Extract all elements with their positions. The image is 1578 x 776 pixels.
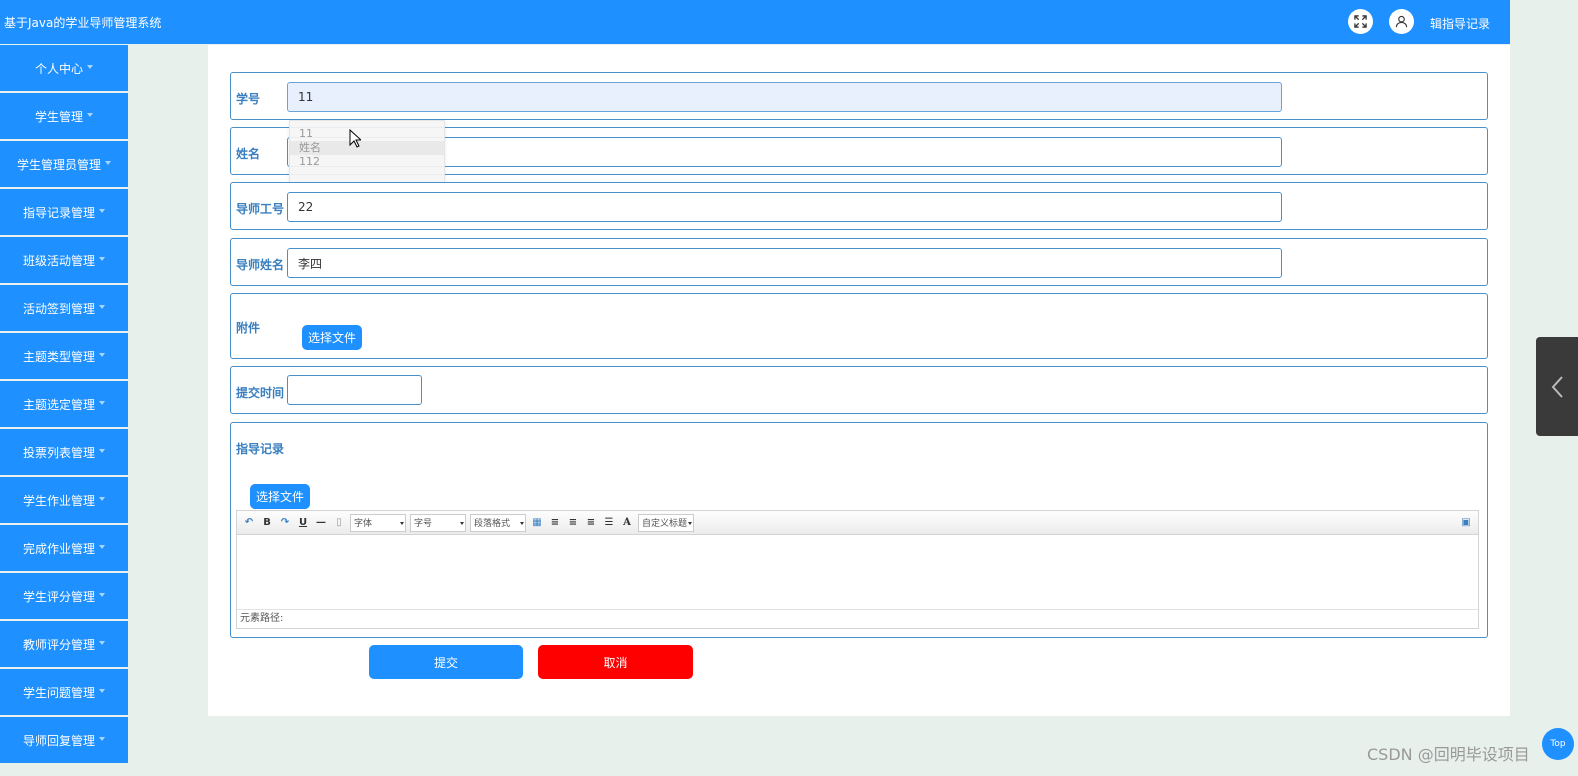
sidebar: 个人中心 学生管理 学生管理员管理 指导记录管理 班级活动管理 活动签到管理 主… — [0, 45, 128, 765]
top-bar: 基于Java的学业导师管理系统 辑指导记录 — [0, 0, 1510, 44]
submit-time-row: 提交时间 — [230, 366, 1488, 414]
sidebar-item-student-admin[interactable]: 学生管理员管理 — [0, 141, 128, 187]
sidebar-item-activity-signin[interactable]: 活动签到管理 — [0, 285, 128, 331]
autocomplete-option[interactable]: 11 — [290, 127, 444, 141]
horizontal-rule-icon[interactable]: — — [314, 516, 328, 530]
student-id-row: 学号 — [230, 72, 1488, 120]
chevron-down-icon — [99, 592, 105, 597]
chevron-down-icon — [99, 640, 105, 645]
sidebar-item-personal-center[interactable]: 个人中心 — [0, 45, 128, 91]
cancel-button[interactable]: 取消 — [538, 645, 693, 679]
autocomplete-option[interactable]: 姓名 — [290, 141, 444, 155]
chevron-down-icon — [99, 544, 105, 549]
submit-time-input[interactable] — [287, 375, 422, 405]
attachment-label: 附件 — [236, 321, 261, 335]
tutor-id-label: 导师工号 — [236, 202, 285, 216]
chevron-down-icon — [87, 64, 93, 69]
sidebar-item-student[interactable]: 学生管理 — [0, 93, 128, 139]
mouse-cursor-icon — [349, 129, 361, 148]
sidebar-item-class-activity[interactable]: 班级活动管理 — [0, 237, 128, 283]
editor-toolbar: ↶ B ↷ U — ▯ 字体 字号 段落格式 ▦ ≡ ≡ ≡ ☰ A 自定义标题… — [237, 511, 1478, 535]
undo-icon[interactable]: ↶ — [242, 516, 256, 530]
guidance-record-row: 指导记录 选择文件 ↶ B ↷ U — ▯ 字体 字号 段落格式 ▦ ≡ ≡ ≡… — [230, 422, 1488, 638]
custom-title-select[interactable]: 自定义标题 — [638, 513, 694, 532]
back-to-top-button[interactable]: Top — [1542, 728, 1574, 760]
align-right-icon[interactable]: ≡ — [566, 516, 580, 530]
bold-icon[interactable]: B — [260, 516, 274, 530]
font-size-select[interactable]: 字号 — [410, 513, 466, 532]
student-id-label: 学号 — [236, 92, 261, 106]
tutor-name-row: 导师姓名 — [230, 238, 1488, 286]
editor-status-bar: 元素路径: — [237, 609, 1478, 627]
sidebar-item-student-homework[interactable]: 学生作业管理 — [0, 477, 128, 523]
chevron-down-icon — [99, 448, 105, 453]
sidebar-item-tutor-reply[interactable]: 导师回复管理 — [0, 717, 128, 763]
align-center-icon[interactable]: ≡ — [584, 516, 598, 530]
chevron-down-icon — [99, 496, 105, 501]
name-label: 姓名 — [236, 147, 261, 161]
chevron-down-icon — [105, 160, 111, 165]
underline-icon[interactable]: U — [296, 516, 310, 530]
student-id-input[interactable] — [287, 82, 1282, 112]
chevron-down-icon — [87, 112, 93, 117]
chevron-down-icon — [99, 736, 105, 741]
submit-button[interactable]: 提交 — [369, 645, 523, 679]
sidebar-item-guidance-record[interactable]: 指导记录管理 — [0, 189, 128, 235]
chevron-down-icon — [99, 400, 105, 405]
align-left-icon[interactable]: ≡ — [548, 516, 562, 530]
tutor-name-input[interactable] — [287, 248, 1282, 278]
autocomplete-dropdown: 11 姓名 112 — [289, 120, 445, 184]
watermark: CSDN @回明毕设项目 — [1367, 745, 1530, 764]
chevron-left-icon — [1551, 375, 1563, 398]
submit-time-label: 提交时间 — [236, 386, 285, 400]
autocomplete-option[interactable]: 112 — [290, 155, 444, 169]
paragraph-format-select[interactable]: 段落格式 — [470, 513, 526, 532]
tutor-id-row: 导师工号 — [230, 182, 1488, 230]
user-icon[interactable] — [1389, 9, 1414, 34]
sidebar-item-topic-type[interactable]: 主题类型管理 — [0, 333, 128, 379]
guidance-choose-file-button[interactable]: 选择文件 — [250, 484, 310, 509]
chevron-down-icon — [99, 256, 105, 261]
redo-icon[interactable]: ↷ — [278, 516, 292, 530]
font-family-select[interactable]: 字体 — [350, 513, 406, 532]
fullscreen-icon[interactable] — [1348, 9, 1373, 34]
chevron-down-icon — [99, 208, 105, 213]
font-color-icon[interactable]: A — [620, 516, 634, 530]
user-menu-label[interactable]: 辑指导记录 — [1430, 15, 1490, 32]
sidebar-item-student-rating[interactable]: 学生评分管理 — [0, 573, 128, 619]
sidebar-item-topic-selection[interactable]: 主题选定管理 — [0, 381, 128, 427]
sidebar-item-vote-list[interactable]: 投票列表管理 — [0, 429, 128, 475]
sidebar-item-student-question[interactable]: 学生问题管理 — [0, 669, 128, 715]
attachment-choose-file-button[interactable]: 选择文件 — [302, 325, 362, 350]
tutor-id-input[interactable] — [287, 192, 1282, 222]
chevron-down-icon — [99, 352, 105, 357]
fullscreen-editor-icon[interactable]: ▣ — [1459, 516, 1473, 530]
sidebar-item-teacher-rating[interactable]: 教师评分管理 — [0, 621, 128, 667]
app-title: 基于Java的学业导师管理系统 — [4, 16, 162, 30]
rich-text-editor: ↶ B ↷ U — ▯ 字体 字号 段落格式 ▦ ≡ ≡ ≡ ☰ A 自定义标题… — [236, 510, 1479, 629]
chevron-down-icon — [99, 688, 105, 693]
side-panel-toggle[interactable] — [1536, 337, 1578, 436]
attachment-row: 附件 选择文件 — [230, 293, 1488, 359]
chevron-down-icon — [99, 304, 105, 309]
tutor-name-label: 导师姓名 — [236, 258, 285, 272]
guidance-record-label: 指导记录 — [236, 442, 285, 456]
clear-format-icon[interactable]: ▯ — [332, 516, 346, 530]
align-justify-icon[interactable]: ☰ — [602, 516, 616, 530]
sidebar-item-completed-homework[interactable]: 完成作业管理 — [0, 525, 128, 571]
table-icon[interactable]: ▦ — [530, 516, 544, 530]
editor-content-area[interactable] — [237, 535, 1478, 609]
